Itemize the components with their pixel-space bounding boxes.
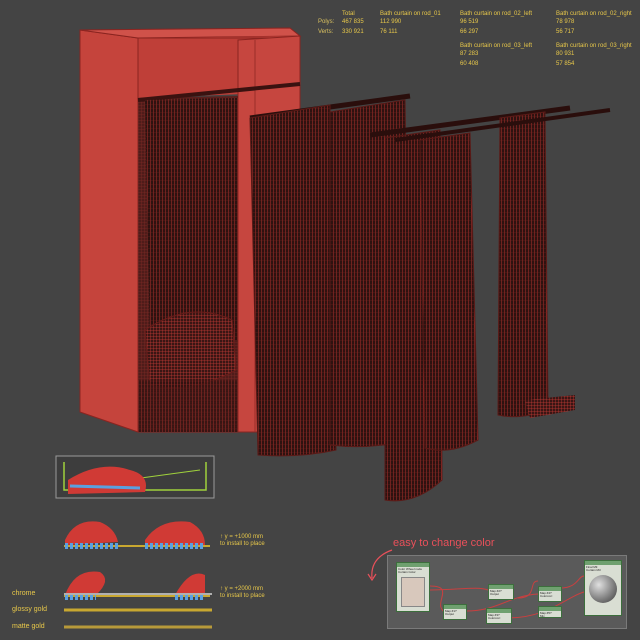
material-sphere-preview bbox=[589, 575, 617, 603]
node-colorcorr-1[interactable]: Map #3? Colorcorr. bbox=[486, 608, 512, 624]
tub-inset bbox=[55, 455, 215, 499]
node-final-material[interactable]: Final Mtl Curtain Mtl bbox=[584, 560, 622, 616]
node-mix[interactable]: Map #5? Mix bbox=[538, 606, 562, 618]
material-node-editor[interactable]: Color Wheel node Curtain Color Map #1? O… bbox=[387, 555, 627, 629]
node-color-wheel[interactable]: Color Wheel node Curtain Color bbox=[396, 562, 430, 612]
viewport-render bbox=[55, 27, 611, 629]
node-colorcorr-2[interactable]: Map #4? Colorcorr. bbox=[538, 586, 562, 602]
material-label-glossy-gold: glossy gold bbox=[12, 606, 48, 613]
offset-illustration-1000 bbox=[64, 521, 210, 549]
material-label-chrome: chrome bbox=[12, 590, 36, 597]
node-output-2[interactable]: Map #2? Output bbox=[488, 584, 514, 600]
node-output-1[interactable]: Map #1? Output bbox=[443, 604, 467, 620]
material-label-matte-gold: matte gold bbox=[12, 623, 45, 630]
offset-note-1000: ↑ y = +1000 mm to install to place bbox=[220, 534, 265, 547]
callout-text: easy to change color bbox=[393, 537, 495, 549]
offset-note-2000: ↑ y = +2000 mm to install to place bbox=[220, 586, 265, 599]
